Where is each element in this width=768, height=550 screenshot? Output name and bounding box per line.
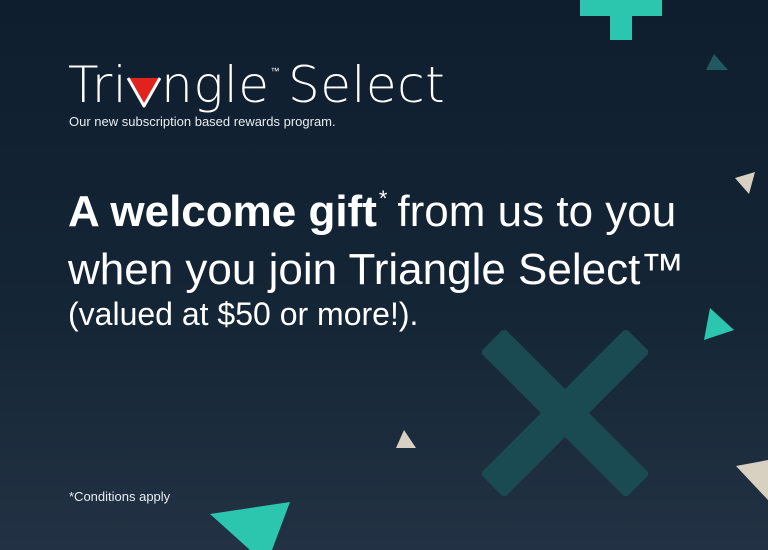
x-shape [482,330,648,496]
dark-triangle-shape [706,54,728,70]
teal-bottom-triangle-shape [210,502,290,550]
logo-text-select: Select [288,56,446,114]
beige-triangle-shape [735,172,755,194]
valued-note: (valued at $50 or more!). [68,296,419,332]
beige-corner-triangle-shape [736,460,768,500]
headline: A welcome gift* from us to you when you j… [68,170,738,299]
teal-triangle-shape [704,308,734,340]
headline-asterisk: * [378,186,388,211]
logo-text-ngle: ngle [161,56,270,114]
logo-text-tri: Tri [68,56,128,114]
headline-bold: A welcome gift [68,187,377,236]
triangle-logo-icon [127,77,162,108]
teal-plus-shape [580,0,662,40]
tagline: Our new subscription based rewards progr… [69,114,336,129]
beige-small-triangle-shape [396,430,416,448]
triangle-select-logo: Tri ngle™ Select [68,40,445,114]
promo-banner: Tri ngle™ Select Our new subscription bas… [0,0,768,550]
conditions-note: *Conditions apply [69,489,171,504]
logo-trademark: ™ [270,67,281,77]
